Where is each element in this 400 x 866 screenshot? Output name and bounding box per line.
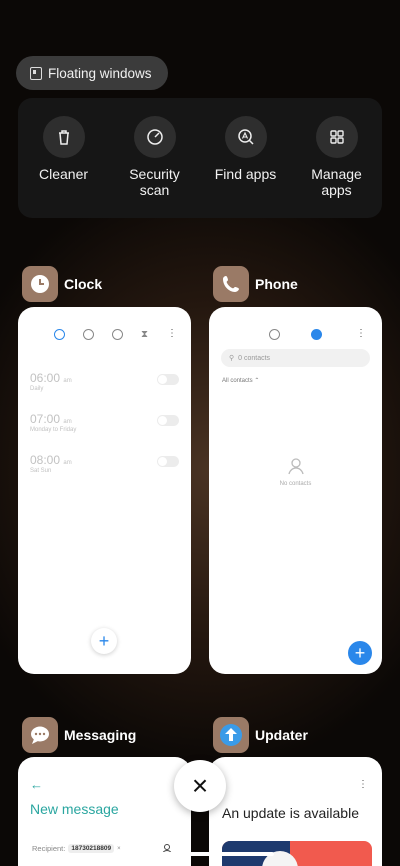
new-message-title: New message [30, 801, 119, 817]
stopwatch-tab-icon[interactable] [112, 329, 123, 340]
updater-app-card[interactable]: ⋮ An update is available [209, 757, 382, 866]
person-icon [287, 457, 305, 475]
recents-tab-icon[interactable] [269, 329, 280, 340]
contacts-tab-icon[interactable] [311, 329, 322, 340]
clear-all-button[interactable]: × [174, 760, 226, 812]
cleaner-button[interactable]: Cleaner [23, 116, 105, 218]
back-arrow-icon[interactable]: ← [30, 777, 43, 792]
floating-window-icon [30, 66, 42, 80]
alarm-repeat: Daily [30, 386, 44, 392]
remove-recipient-icon[interactable]: × [117, 846, 121, 852]
close-icon: × [191, 770, 209, 801]
more-options-icon[interactable]: ⋮ [358, 779, 368, 790]
alarm-time: 08:00 [30, 453, 61, 467]
timer-tab-icon[interactable]: ⧗ [141, 329, 148, 340]
manage-apps-label: Manage apps [311, 166, 362, 198]
messaging-app-icon [22, 717, 58, 753]
find-apps-label: Find apps [214, 166, 277, 182]
manage-apps-button[interactable]: Manage apps [296, 116, 378, 218]
alarm-row[interactable]: 08:00 am Sat Sun [30, 453, 179, 474]
more-options-icon[interactable]: ⋮ [167, 328, 177, 339]
alarm-toggle[interactable] [157, 415, 179, 426]
alarm-toggle[interactable] [157, 374, 179, 385]
alarm-toggle[interactable] [157, 456, 179, 467]
find-apps-button[interactable]: Find apps [205, 116, 287, 218]
alarm-time: 07:00 [30, 412, 61, 426]
update-available-title: An update is available [222, 805, 359, 821]
clock-app-header[interactable]: Clock [22, 266, 102, 302]
alarm-repeat: Monday to Friday [30, 427, 77, 433]
find-apps-icon [224, 116, 267, 158]
updater-app-icon [213, 717, 249, 753]
search-icon: ⚲ [229, 355, 235, 362]
security-scan-label: Security scan [129, 166, 180, 198]
alarm-repeat: Sat Sun [30, 468, 52, 474]
clock-app-icon [22, 266, 58, 302]
updater-app-header[interactable]: Updater [213, 717, 308, 753]
phone-app-name: Phone [255, 276, 298, 292]
grid-icon [315, 116, 358, 158]
recipient-label: Recipient: [32, 844, 66, 853]
messaging-app-card[interactable]: ← New message Recipient: 18730218809 × [18, 757, 191, 866]
security-scan-button[interactable]: Security scan [114, 116, 196, 218]
messaging-app-header[interactable]: Messaging [22, 717, 136, 753]
home-indicator[interactable] [126, 852, 274, 856]
phone-app-icon [213, 266, 249, 302]
phone-app-card[interactable]: ⋮ ⚲ 0 contacts All contacts ⌃ No contact… [209, 307, 382, 674]
trash-icon [42, 116, 85, 158]
alarm-time: 06:00 [30, 371, 61, 385]
alarm-tab-icon[interactable] [54, 329, 65, 340]
clock-app-card[interactable]: ⧗ ⋮ 06:00 am Daily 07:00 am Monday to Fr… [18, 307, 191, 674]
gauge-icon [133, 116, 176, 158]
no-contacts-text: No contacts [279, 481, 312, 487]
world-clock-tab-icon[interactable] [83, 329, 94, 340]
alarm-ampm: am [63, 460, 72, 466]
quick-tools-panel: Cleaner Security scan Find apps Manage a… [18, 98, 382, 218]
contacts-filter[interactable]: All contacts ⌃ [222, 377, 259, 384]
contacts-filter-label: All contacts [222, 378, 253, 384]
add-alarm-button[interactable]: + [91, 628, 117, 654]
floating-windows-label: Floating windows [48, 65, 152, 81]
messaging-app-name: Messaging [64, 727, 137, 743]
recipient-field[interactable]: Recipient: 18730218809 × [32, 844, 121, 853]
updater-app-name: Updater [255, 727, 308, 743]
floating-windows-button[interactable]: Floating windows [16, 56, 168, 90]
recipient-chip[interactable]: 18730218809 [68, 844, 115, 853]
add-contact-button[interactable]: + [348, 641, 372, 665]
cleaner-label: Cleaner [38, 166, 89, 182]
clock-tabs: ⧗ [54, 329, 148, 340]
alarm-ampm: am [63, 378, 72, 384]
alarm-row[interactable]: 07:00 am Monday to Friday [30, 412, 179, 433]
alarm-ampm: am [63, 419, 72, 425]
contacts-search-field[interactable]: ⚲ 0 contacts [221, 349, 370, 367]
contacts-search-placeholder: 0 contacts [238, 354, 271, 362]
more-options-icon[interactable]: ⋮ [356, 328, 366, 339]
clock-app-name: Clock [64, 276, 103, 292]
phone-app-header[interactable]: Phone [213, 266, 298, 302]
alarm-row[interactable]: 06:00 am Daily [30, 371, 179, 392]
